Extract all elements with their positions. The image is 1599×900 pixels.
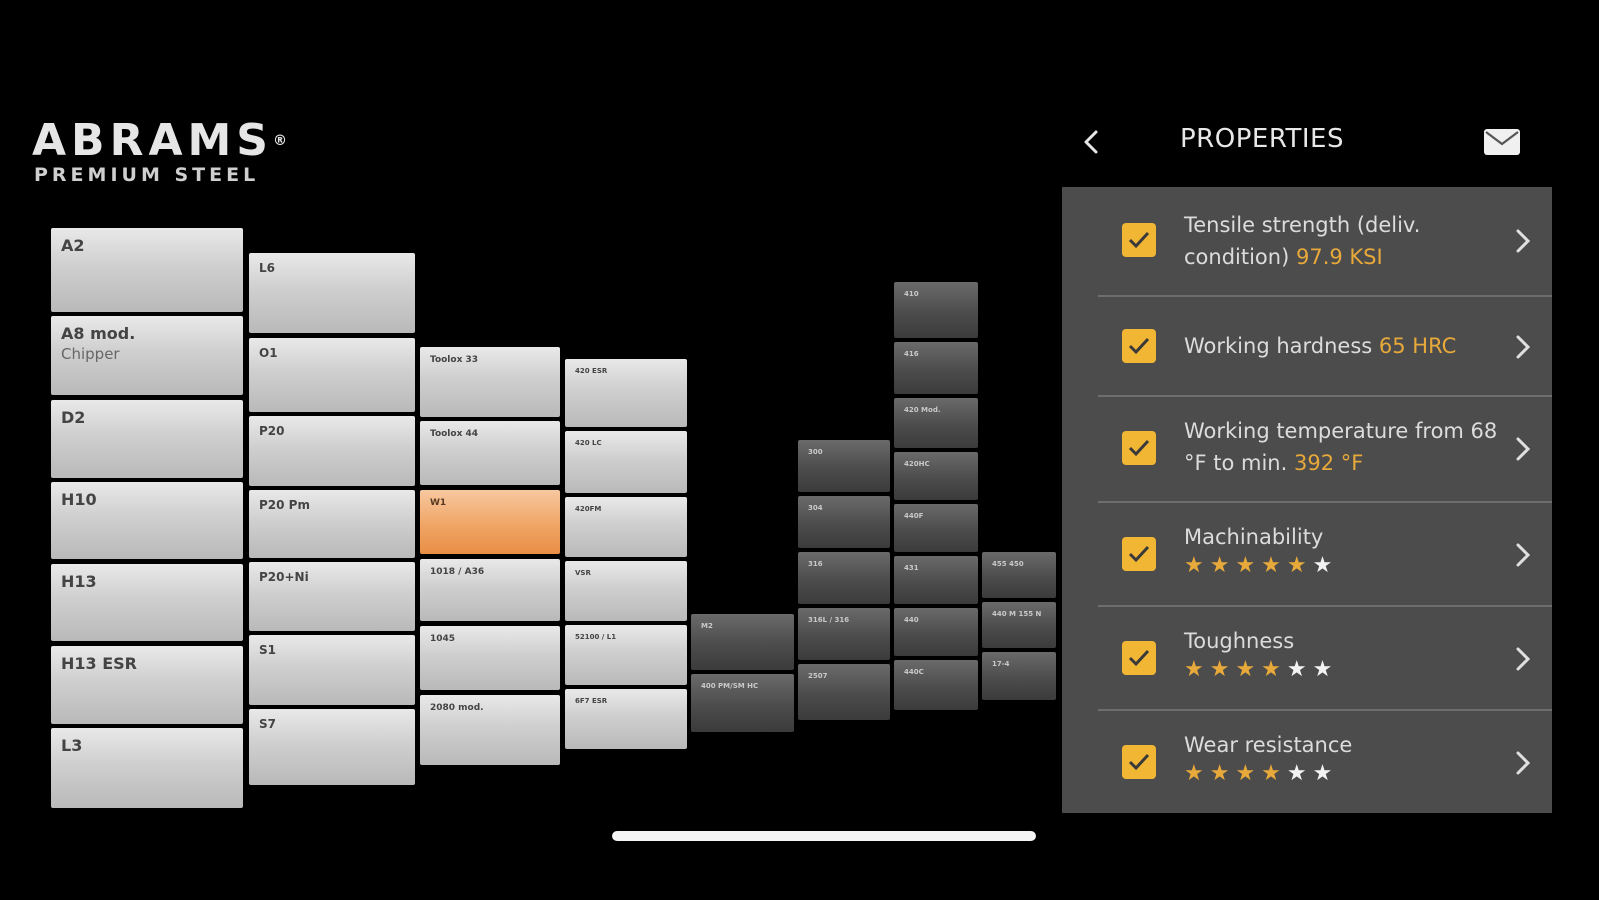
steel-tile[interactable]: 1018 / A36 bbox=[420, 559, 560, 621]
steel-tile[interactable]: 416 bbox=[894, 342, 978, 394]
steel-tile[interactable]: P20 Pm bbox=[249, 490, 415, 558]
steel-tile[interactable]: 6F7 ESR bbox=[565, 689, 687, 749]
steel-tile[interactable]: H13 bbox=[51, 564, 243, 641]
property-value: 97.9 KSI bbox=[1295, 245, 1383, 269]
steel-grid: A2 A8 mod. Chipper D2 H10 H13 H13 ESR L3 … bbox=[0, 0, 1060, 900]
steel-tile[interactable]: A2 bbox=[51, 228, 243, 312]
chevron-right-icon bbox=[1516, 335, 1531, 359]
steel-tile[interactable]: 420 ESR bbox=[565, 359, 687, 427]
checkbox[interactable] bbox=[1122, 329, 1156, 363]
property-label: Working hardness bbox=[1184, 334, 1379, 358]
steel-tile[interactable]: 17-4 bbox=[982, 652, 1056, 700]
chevron-right-icon bbox=[1516, 751, 1531, 775]
chevron-right-icon bbox=[1516, 437, 1531, 461]
steel-tile[interactable]: 420 LC bbox=[565, 431, 687, 493]
steel-tile[interactable]: Toolox 33 bbox=[420, 347, 560, 417]
steel-tile[interactable]: P20+Ni bbox=[249, 562, 415, 631]
checkbox[interactable] bbox=[1122, 431, 1156, 465]
star-rating: ★★★★★★ bbox=[1184, 553, 1504, 579]
property-row-machinability[interactable]: Machinability ★★★★★★ bbox=[1062, 503, 1552, 605]
star-empty-icon: ★★ bbox=[1286, 761, 1339, 786]
property-row-tensile[interactable]: Tensile strength (deliv. condition) 97.9… bbox=[1062, 187, 1552, 295]
star-empty-icon: ★★ bbox=[1286, 657, 1339, 682]
steel-tile[interactable]: 300 bbox=[798, 440, 890, 492]
steel-tile[interactable]: 420HC bbox=[894, 452, 978, 500]
star-filled-icon: ★★★★ bbox=[1184, 761, 1287, 786]
checkbox[interactable] bbox=[1122, 223, 1156, 257]
panel-title: PROPERTIES bbox=[1180, 124, 1344, 154]
checkbox[interactable] bbox=[1122, 641, 1156, 675]
property-row-wear[interactable]: Wear resistance ★★★★★★ bbox=[1062, 711, 1552, 813]
steel-tile[interactable]: 440F bbox=[894, 504, 978, 552]
property-row-hardness[interactable]: Working hardness 65 HRC bbox=[1062, 297, 1552, 395]
steel-tile[interactable]: 431 bbox=[894, 556, 978, 604]
steel-tile[interactable]: 52100 / L1 bbox=[565, 625, 687, 685]
steel-tile[interactable]: 420FM bbox=[565, 497, 687, 557]
chevron-right-icon bbox=[1516, 543, 1531, 567]
checkmark-icon bbox=[1128, 649, 1150, 667]
property-row-toughness[interactable]: Toughness ★★★★★★ bbox=[1062, 607, 1552, 709]
steel-tile[interactable]: S7 bbox=[249, 709, 415, 785]
star-rating: ★★★★★★ bbox=[1184, 761, 1504, 787]
properties-panel: Tensile strength (deliv. condition) 97.9… bbox=[1062, 187, 1552, 813]
checkmark-icon bbox=[1128, 753, 1150, 771]
star-filled-icon: ★★★★★ bbox=[1184, 553, 1313, 578]
property-label: Wear resistance bbox=[1184, 733, 1353, 757]
steel-tile[interactable]: M2 bbox=[691, 614, 794, 670]
steel-tile[interactable]: D2 bbox=[51, 400, 243, 478]
star-filled-icon: ★★★★ bbox=[1184, 657, 1287, 682]
steel-tile-selected[interactable]: W1 bbox=[420, 490, 560, 554]
checkmark-icon bbox=[1128, 439, 1150, 457]
checkbox[interactable] bbox=[1122, 745, 1156, 779]
steel-tile[interactable]: H10 bbox=[51, 482, 243, 559]
chevron-right-icon bbox=[1516, 647, 1531, 671]
property-label: Toughness bbox=[1184, 629, 1295, 653]
checkmark-icon bbox=[1128, 231, 1150, 249]
steel-tile[interactable]: 440C bbox=[894, 660, 978, 710]
steel-tile[interactable]: 420 Mod. bbox=[894, 398, 978, 448]
steel-tile[interactable]: S1 bbox=[249, 635, 415, 705]
steel-tile[interactable]: 316L / 316 bbox=[798, 608, 890, 660]
property-label: Machinability bbox=[1184, 525, 1324, 549]
steel-tile[interactable]: 400 PM/SM HC bbox=[691, 674, 794, 732]
property-value: 392 °F bbox=[1293, 451, 1364, 475]
property-value: 65 HRC bbox=[1378, 334, 1457, 358]
star-empty-icon: ★ bbox=[1312, 553, 1339, 578]
home-indicator[interactable] bbox=[612, 831, 1036, 841]
steel-tile[interactable]: 410 bbox=[894, 282, 978, 338]
property-row-temperature[interactable]: Working temperature from 68 °F to min. 3… bbox=[1062, 397, 1552, 501]
steel-tile[interactable]: 316 bbox=[798, 552, 890, 604]
steel-tile[interactable]: 2080 mod. bbox=[420, 695, 560, 765]
chevron-right-icon bbox=[1516, 229, 1531, 253]
mail-icon bbox=[1484, 129, 1520, 155]
checkmark-icon bbox=[1128, 337, 1150, 355]
steel-tile[interactable]: L3 bbox=[51, 728, 243, 808]
steel-tile[interactable]: O1 bbox=[249, 338, 415, 412]
checkbox[interactable] bbox=[1122, 537, 1156, 571]
steel-tile[interactable]: 440 bbox=[894, 608, 978, 656]
mail-button[interactable] bbox=[1482, 126, 1522, 158]
checkmark-icon bbox=[1128, 545, 1150, 563]
steel-tile[interactable]: 2507 bbox=[798, 664, 890, 720]
chevron-left-icon bbox=[1084, 130, 1098, 154]
steel-tile[interactable]: 304 bbox=[798, 496, 890, 548]
steel-tile[interactable]: 1045 bbox=[420, 626, 560, 690]
steel-tile[interactable]: 440 M 155 N bbox=[982, 602, 1056, 648]
steel-tile[interactable]: Toolox 44 bbox=[420, 421, 560, 485]
steel-tile[interactable]: P20 bbox=[249, 416, 415, 486]
star-rating: ★★★★★★ bbox=[1184, 657, 1504, 683]
steel-tile[interactable]: A8 mod. Chipper bbox=[51, 316, 243, 395]
steel-tile[interactable]: 455 450 bbox=[982, 552, 1056, 598]
steel-tile[interactable]: H13 ESR bbox=[51, 646, 243, 724]
steel-tile[interactable]: VSR bbox=[565, 561, 687, 621]
back-button[interactable] bbox=[1072, 122, 1112, 162]
steel-tile[interactable]: L6 bbox=[249, 253, 415, 333]
